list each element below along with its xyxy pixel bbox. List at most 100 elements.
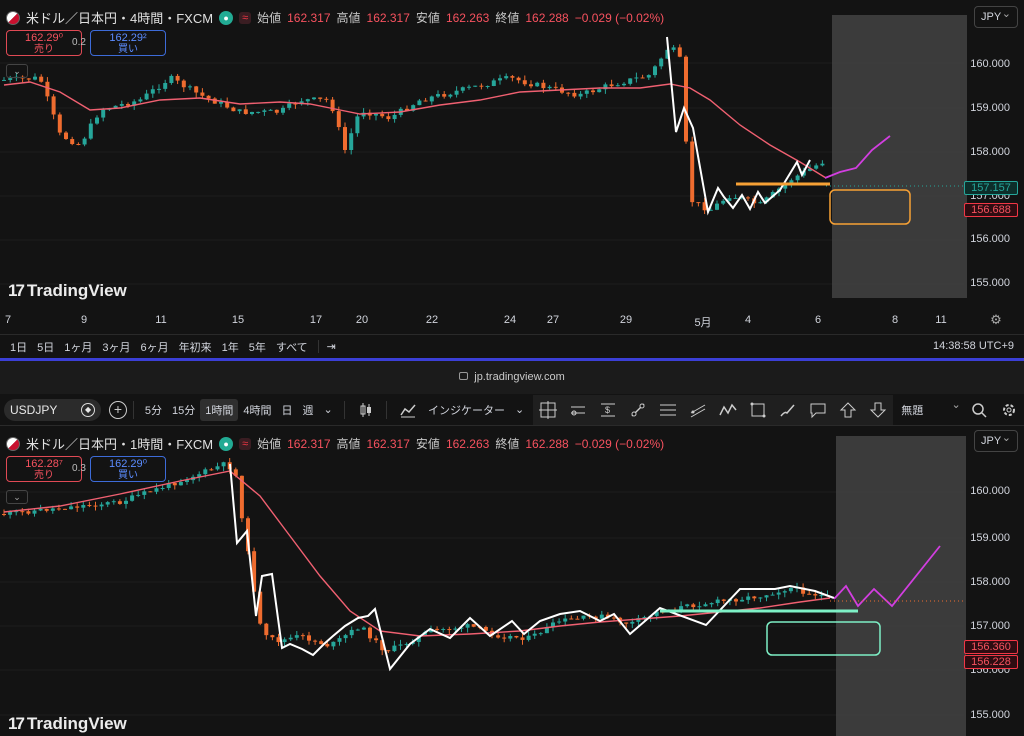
candle <box>282 639 287 643</box>
horizontal-ray-icon[interactable] <box>563 397 593 423</box>
candle <box>529 84 533 87</box>
candle <box>709 603 714 605</box>
symbol-search-button[interactable]: USDJPY ◆ <box>4 398 102 421</box>
price-range-icon[interactable]: $ <box>593 397 623 423</box>
comment-icon[interactable] <box>803 397 833 423</box>
arrow-up-icon[interactable] <box>833 397 863 423</box>
range-5d[interactable]: 5日 <box>37 339 54 355</box>
trendline-icon[interactable] <box>623 397 653 423</box>
buy-button[interactable]: 162.29² 買い <box>90 30 166 56</box>
channel-icon[interactable] <box>683 397 713 423</box>
candle <box>516 77 521 81</box>
date-range-icon[interactable]: ⇥ <box>317 340 336 353</box>
candle <box>136 494 141 496</box>
bottom-price-axis[interactable]: 160.000 159.000 158.000 157.000 156.000 … <box>964 426 1024 736</box>
interval-1w[interactable]: 週 <box>297 399 318 421</box>
y-tick: 159.000 <box>970 102 1010 114</box>
range-5y[interactable]: 5年 <box>249 339 266 355</box>
indicators-icon[interactable] <box>393 397 423 423</box>
candle <box>175 75 180 81</box>
crosshair-icon[interactable] <box>533 397 563 423</box>
candle <box>581 615 586 619</box>
candle <box>498 78 502 81</box>
interval-15m[interactable]: 15分 <box>167 399 200 421</box>
interval-5m[interactable]: 5分 <box>140 399 167 421</box>
candle <box>305 99 310 102</box>
layout-name[interactable]: 無題 <box>901 398 961 418</box>
wave-icon[interactable]: ≈ <box>239 11 252 24</box>
indicators-button[interactable]: インジケーター <box>423 399 510 421</box>
candle <box>355 629 360 631</box>
collapse-legend-button[interactable]: ⌄ <box>6 490 28 504</box>
range-1d[interactable]: 1日 <box>10 339 27 355</box>
magnify-icon[interactable] <box>965 397 995 423</box>
add-symbol-icon[interactable]: + <box>109 400 127 419</box>
buy-button[interactable]: 162.29⁰ 買い <box>90 456 166 482</box>
fib-icon[interactable] <box>653 397 683 423</box>
candle <box>807 593 812 595</box>
eye-icon[interactable]: ● <box>219 436 234 451</box>
bottom-symbol-title[interactable]: 米ドル／日本円・1時間・FXCM <box>26 434 213 453</box>
range-1m[interactable]: 1ヶ月 <box>64 339 92 355</box>
interval-1h[interactable]: 1時間 <box>200 398 239 421</box>
open-value: 162.317 <box>287 10 331 25</box>
candle <box>591 90 595 93</box>
candle <box>50 508 55 511</box>
brush-icon[interactable] <box>773 397 803 423</box>
x-tick: 15 <box>231 314 245 326</box>
candle <box>392 645 397 652</box>
top-time-axis[interactable]: 7 9 11 15 17 20 22 24 27 29 5月 4 6 8 11 … <box>0 308 1024 330</box>
candle <box>671 47 676 50</box>
url-bar[interactable]: jp.tradingview.com <box>0 361 1024 394</box>
candle <box>221 462 226 467</box>
candle <box>51 96 56 115</box>
interval-dropdown-icon[interactable]: ⌄ <box>318 400 337 419</box>
candle <box>448 94 453 97</box>
candle <box>584 90 589 94</box>
arrow-down-icon[interactable] <box>863 397 893 423</box>
candle-type-icon[interactable] <box>351 397 381 423</box>
settings-icon[interactable]: ⚙ <box>990 312 1002 328</box>
candle <box>119 104 124 106</box>
clock[interactable]: 14:38:58 UTC+9 <box>933 340 1014 352</box>
top-price-axis[interactable]: 160.000 159.000 158.000 157.000 156.000 … <box>964 0 1024 308</box>
tradingview-logo[interactable]: 17 TradingView <box>8 714 127 734</box>
interval-4h[interactable]: 4時間 <box>238 399 276 421</box>
candle <box>510 76 515 78</box>
candle <box>2 79 6 81</box>
wave-icon[interactable]: ≈ <box>239 437 252 450</box>
top-symbol-title[interactable]: 米ドル／日本円・4時間・FXCM <box>26 8 213 27</box>
range-1y[interactable]: 1年 <box>222 339 239 355</box>
candle <box>566 92 571 94</box>
top-legend: 米ドル／日本円・4時間・FXCM ● ≈ 始値 162.317 高値 162.317… <box>6 8 664 27</box>
path-icon[interactable] <box>713 397 743 423</box>
candle <box>819 595 824 597</box>
candle <box>142 491 147 495</box>
bottom-chart-pane[interactable]: 米ドル／日本円・1時間・FXCM ● ≈ 始値 162.317 高値 162.317… <box>0 426 1024 736</box>
range-ytd[interactable]: 年初来 <box>179 339 212 355</box>
top-chart-pane[interactable]: 米ドル／日本円・4時間・FXCM ● ≈ 始値 162.317 高値 162.317… <box>0 0 1024 358</box>
range-3m[interactable]: 3ヶ月 <box>102 339 130 355</box>
candle <box>268 109 273 111</box>
rectangle-icon[interactable] <box>743 397 773 423</box>
range-6m[interactable]: 6ヶ月 <box>141 339 169 355</box>
settings-icon[interactable] <box>994 397 1024 423</box>
candle <box>677 47 682 57</box>
candle <box>612 617 616 619</box>
tradingview-logo[interactable]: 17 TradingView <box>8 281 127 301</box>
candle <box>764 595 769 598</box>
eye-icon[interactable]: ● <box>219 10 234 25</box>
interval-1d[interactable]: 日 <box>276 399 297 421</box>
y-tick: 160.000 <box>970 58 1010 70</box>
collapse-legend-button[interactable]: ⌄ <box>6 64 28 78</box>
indicators-dropdown-icon[interactable]: ⌄ <box>510 400 529 419</box>
candle <box>250 111 254 114</box>
candle <box>491 80 496 87</box>
candle <box>467 86 471 88</box>
candle <box>392 114 397 120</box>
x-tick: 29 <box>619 314 633 326</box>
y-tick: 159.000 <box>970 532 1010 544</box>
range-all[interactable]: すべて <box>276 339 308 355</box>
candle <box>609 84 614 87</box>
candle <box>442 94 447 97</box>
